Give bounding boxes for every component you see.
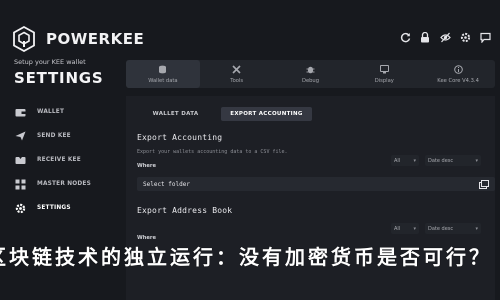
settings-icon <box>14 202 26 214</box>
sidebar-nav: WALLET SEND KEE RECEIVE KEE MASTER NODES… <box>0 100 122 220</box>
chevron-down-icon: ▾ <box>475 157 478 164</box>
tab-label: Display <box>374 77 394 84</box>
select-folder-field[interactable]: Select folder <box>137 177 495 191</box>
tab-label: Wallet data <box>148 77 178 84</box>
setup-tagline: Setup your KEE wallet <box>14 58 86 66</box>
receive-icon <box>14 154 26 166</box>
chevron-down-icon: ▾ <box>413 157 416 164</box>
tab-display[interactable]: Display <box>347 60 421 88</box>
sidebar-item-label: RECEIVE KEE <box>37 157 81 163</box>
tab-label: Debug <box>301 77 320 84</box>
sidebar-item-master-nodes[interactable]: MASTER NODES <box>0 172 122 196</box>
export-address-book-title: Export Address Book <box>137 206 233 215</box>
powerkee-logo-icon <box>13 26 35 52</box>
sidebar-item-label: SEND KEE <box>37 133 71 139</box>
chevron-down-icon: ▾ <box>475 225 478 232</box>
overlay-caption: 区块链技术的独立运行：没有加密货币是否可行？ <box>0 240 500 270</box>
tab-label: Tools <box>230 77 244 84</box>
brand: POWERKEE <box>12 26 144 52</box>
header-toolbar <box>398 30 492 44</box>
folder-open-icon[interactable] <box>479 179 489 189</box>
lock-icon[interactable] <box>418 30 432 44</box>
where-label: Where <box>137 163 157 169</box>
debug-icon <box>305 65 315 75</box>
send-icon <box>14 130 26 142</box>
sort-order-dropdown[interactable]: Date desc ▾ <box>425 223 481 234</box>
sidebar-item-label: SETTINGS <box>37 205 71 211</box>
tab-debug[interactable]: Debug <box>274 60 348 88</box>
chevron-down-icon: ▾ <box>413 225 416 232</box>
brand-name: POWERKEE <box>46 30 145 48</box>
tools-icon <box>232 65 242 75</box>
visibility-icon[interactable] <box>438 30 452 44</box>
masternodes-icon <box>14 178 26 190</box>
sidebar-item-label: MASTER NODES <box>37 181 91 187</box>
dropdown-value: All <box>394 225 401 232</box>
dropdown-value: Date desc <box>428 225 454 232</box>
dropdown-value: All <box>394 157 401 164</box>
export-accounting-title: Export Accounting <box>137 133 223 142</box>
settings-tabs: Wallet data Tools Debug Display Kee Core… <box>126 60 495 88</box>
tab-label: Kee Core V4.3.4 <box>437 77 479 84</box>
sidebar-item-label: WALLET <box>37 109 65 115</box>
database-icon <box>158 65 168 75</box>
tab-kee-core[interactable]: Kee Core V4.3.4 <box>421 60 495 88</box>
sidebar-item-wallet[interactable]: WALLET <box>0 100 122 124</box>
subtab-wallet-data[interactable]: WALLET DATA <box>130 107 221 121</box>
info-icon <box>453 65 463 75</box>
wallet-icon <box>14 106 26 118</box>
sidebar-item-send-kee[interactable]: SEND KEE <box>0 124 122 148</box>
export-accounting-description: Export your wallets accounting data to a… <box>137 149 288 155</box>
subtabs: WALLET DATA EXPORT ACCOUNTING <box>130 107 312 121</box>
select-folder-label: Select folder <box>143 180 190 188</box>
subtab-export-accounting[interactable]: EXPORT ACCOUNTING <box>221 107 312 121</box>
display-icon <box>379 65 389 75</box>
tab-wallet-data[interactable]: Wallet data <box>126 60 200 88</box>
sort-order-dropdown[interactable]: Date desc ▾ <box>425 155 481 166</box>
chat-icon[interactable] <box>478 30 492 44</box>
sidebar-item-receive-kee[interactable]: RECEIVE KEE <box>0 148 122 172</box>
gear-icon[interactable] <box>458 30 472 44</box>
filter-type-dropdown[interactable]: All ▾ <box>391 223 419 234</box>
refresh-icon[interactable] <box>398 30 412 44</box>
dropdown-value: Date desc <box>428 157 454 164</box>
filter-type-dropdown[interactable]: All ▾ <box>391 155 419 166</box>
tab-tools[interactable]: Tools <box>200 60 274 88</box>
overlay-caption-text: 区块链技术的独立运行：没有加密货币是否可行？ <box>0 244 492 269</box>
sidebar-item-settings[interactable]: SETTINGS <box>0 196 122 220</box>
page-title: SETTINGS <box>14 69 104 87</box>
